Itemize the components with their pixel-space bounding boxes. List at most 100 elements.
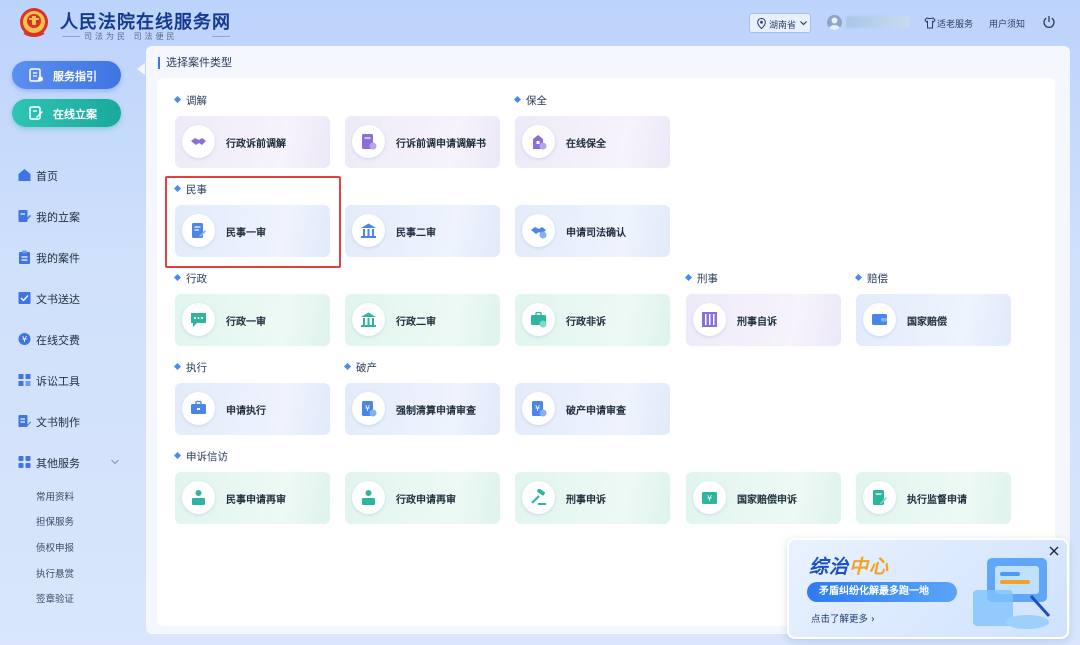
case-card-admin-non-litigation[interactable]: 行政非诉	[515, 294, 670, 346]
case-card-label: 行政非诉	[566, 317, 606, 328]
case-card-pre-mediation-book[interactable]: 行诉前调申请调解书	[345, 116, 500, 168]
sidebar-subitem-execution-reward[interactable]: 执行悬赏	[36, 566, 74, 580]
case-card-execution-supervision[interactable]: 执行监督申请	[856, 472, 1011, 524]
handshake-icon	[191, 138, 206, 145]
case-card-state-compensation-appeal[interactable]: ¥ 国家赔偿申诉	[686, 472, 841, 524]
document-check-icon	[362, 134, 377, 150]
page-title: 选择案件类型	[158, 57, 232, 69]
group-label-preservation: 保全	[515, 93, 547, 108]
money-document-icon: ¥	[532, 401, 547, 417]
case-card-label: 行政申请再审	[396, 495, 456, 506]
user-name-blurred[interactable]	[846, 16, 910, 28]
slogan-divider	[62, 36, 80, 37]
sidebar-item-label: 文书制作	[36, 416, 80, 429]
close-icon[interactable]	[1047, 544, 1061, 558]
case-card-online-preservation[interactable]: 在线保全	[515, 116, 670, 168]
case-card-label: 行政二审	[396, 317, 436, 328]
sidebar-subitem-guarantee-service[interactable]: 担保服务	[36, 514, 74, 528]
case-card-label: 执行监督申请	[907, 495, 967, 506]
document-edit-icon	[18, 415, 31, 427]
briefcase-icon	[531, 311, 547, 328]
chevron-down-icon[interactable]	[110, 458, 120, 466]
court-building-icon	[361, 223, 376, 238]
sidebar-item-label: 首页	[36, 170, 58, 183]
group-label-execution: 执行	[175, 360, 207, 375]
case-card-admin-first-instance[interactable]: 行政一审	[175, 294, 330, 346]
group-label-administrative: 行政	[175, 271, 207, 286]
document-check-icon	[18, 292, 31, 304]
apps-grid-icon	[18, 456, 31, 468]
avatar[interactable]	[827, 15, 842, 30]
top-header: 人民法院在线服务网 司法为民 司法便民 湖南省 适老服务 用户须知	[0, 0, 1080, 46]
case-card-label: 民事二审	[396, 228, 436, 239]
case-card-label: 国家赔偿	[907, 317, 947, 328]
promo-subtitle: 矛盾纠纷化解最多跑一地	[807, 582, 957, 602]
guide-book-icon	[29, 68, 43, 82]
svg-text:¥: ¥	[535, 404, 540, 413]
case-card-civil-retrial[interactable]: 民事申请再审	[175, 472, 330, 524]
case-card-judicial-confirmation[interactable]: 申请司法确认	[515, 205, 670, 257]
wallet-icon	[872, 314, 887, 325]
promo-illustration	[973, 558, 1051, 629]
promo-title: 综治中心	[809, 552, 889, 579]
person-podium-icon	[192, 490, 205, 505]
case-card-label: 行诉前调申请调解书	[396, 139, 486, 150]
sidebar-item-label: 在线交费	[36, 334, 80, 347]
case-card-label: 刑事申诉	[566, 495, 606, 506]
case-card-admin-retrial[interactable]: 行政申请再审	[345, 472, 500, 524]
region-select[interactable]: 湖南省	[749, 13, 811, 33]
service-guide-button[interactable]: 服务指引	[12, 61, 121, 89]
court-emblem-icon[interactable]	[18, 6, 50, 40]
edit-document-icon	[18, 210, 31, 222]
case-card-label: 申请司法确认	[566, 228, 626, 239]
document-edit-icon	[873, 490, 887, 505]
sidebar-item-label: 我的立案	[36, 211, 80, 224]
case-card-forced-liquidation[interactable]: ¥ 强制清算申请审查	[345, 383, 500, 435]
svg-text:¥: ¥	[707, 494, 712, 503]
prison-bars-icon	[702, 312, 717, 327]
case-card-admin-pre-mediation[interactable]: 行政诉前调解	[175, 116, 330, 168]
group-label-petition: 申诉信访	[175, 449, 228, 464]
court-building-icon	[361, 312, 376, 327]
money-document-icon: ¥	[362, 401, 377, 417]
case-card-label: 刑事自诉	[737, 317, 777, 328]
chevron-down-icon	[800, 21, 807, 26]
person-podium-icon	[362, 490, 375, 505]
promo-title-part1: 综治	[809, 556, 850, 578]
sidebar-item-label: 诉讼工具	[36, 375, 80, 388]
payment-coin-icon: ¥	[18, 333, 31, 345]
sidebar-subitem-common-materials[interactable]: 常用资料	[36, 489, 74, 503]
case-card-state-compensation[interactable]: 国家赔偿	[856, 294, 1011, 346]
sidebar-item-label: 文书送达	[36, 293, 80, 306]
sidebar-subitem-claim-declaration[interactable]: 债权申报	[36, 540, 74, 554]
case-card-bankruptcy-review[interactable]: ¥ 破产申请审查	[515, 383, 670, 435]
svg-text:¥: ¥	[365, 404, 370, 413]
user-notice-link[interactable]: 用户须知	[989, 17, 1025, 30]
active-pointer	[137, 63, 145, 75]
case-card-label: 国家赔偿申诉	[737, 495, 797, 506]
service-guide-label: 服务指引	[53, 70, 97, 83]
sidebar-subitem-signature-verification[interactable]: 签章验证	[36, 591, 74, 605]
case-card-label: 行政诉前调解	[226, 139, 286, 150]
group-label-bankruptcy: 破产	[345, 360, 377, 375]
case-card-criminal-appeal[interactable]: 刑事申诉	[515, 472, 670, 524]
power-icon[interactable]	[1042, 15, 1056, 29]
group-label-compensation: 赔偿	[856, 271, 888, 286]
case-card-label: 申请执行	[226, 406, 266, 417]
case-card-label: 民事申请再审	[226, 495, 286, 506]
case-card-apply-execution[interactable]: 申请执行	[175, 383, 330, 435]
handshake-icon	[531, 227, 547, 239]
edit-document-icon	[29, 106, 43, 120]
case-card-criminal-private-prosecution[interactable]: 刑事自诉	[686, 294, 841, 346]
region-label: 湖南省	[769, 21, 797, 31]
promo-banner[interactable]: 综治中心 矛盾纠纷化解最多跑一地 点击了解更多 ›	[787, 538, 1069, 639]
elderly-service-link[interactable]: 适老服务	[937, 17, 973, 30]
tools-grid-icon	[18, 374, 31, 386]
promo-more-link[interactable]: 点击了解更多 ›	[811, 611, 875, 625]
online-filing-button[interactable]: 在线立案	[12, 99, 121, 127]
case-card-label: 在线保全	[566, 139, 606, 150]
clipboard-icon	[19, 250, 30, 264]
case-card-civil-second-instance[interactable]: 民事二审	[345, 205, 500, 257]
building-shield-icon	[533, 135, 547, 150]
case-card-admin-second-instance[interactable]: 行政二审	[345, 294, 500, 346]
